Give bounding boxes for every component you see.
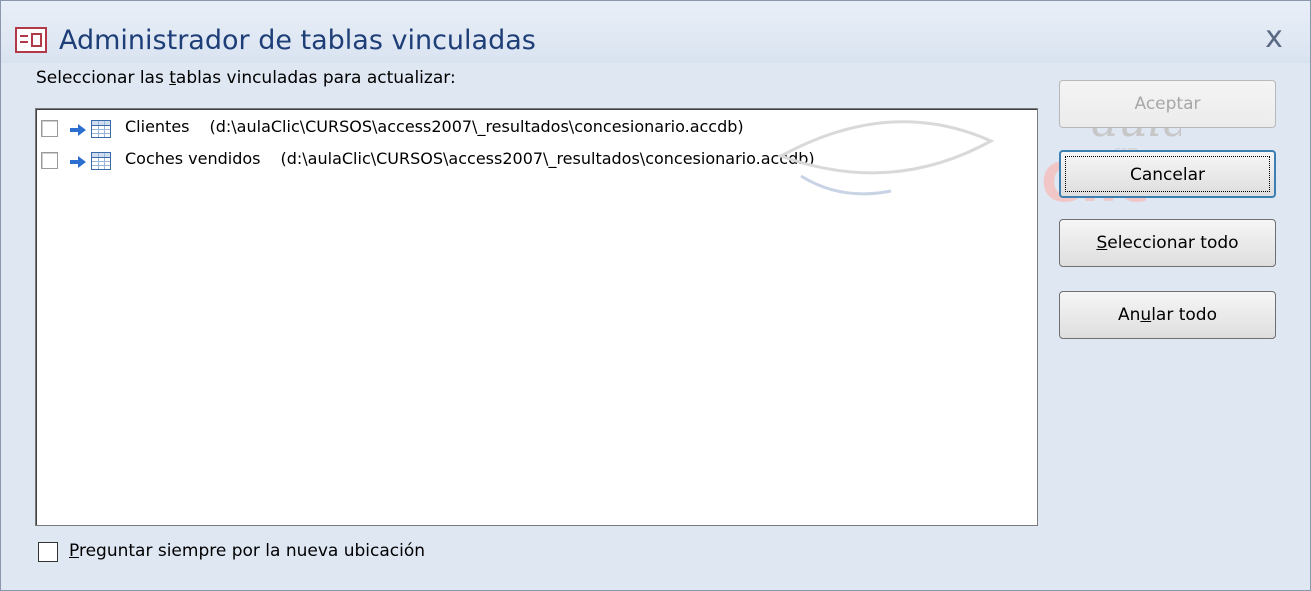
linked-tables-list[interactable]: Clientes (d:\aulaClic\CURSOS\access2007\_… [35,108,1038,526]
table-name: Coches vendidos [125,149,261,168]
table-checkbox[interactable] [41,152,58,169]
table-icon [91,120,111,138]
always-prompt-label: Preguntar siempre por la nueva ubicación [69,541,426,561]
table-name: Clientes [125,117,190,136]
table-path: (d:\aulaClic\CURSOS\access2007\_resultad… [280,149,815,168]
title-bar: Administrador de tablas vinculadas x [1,1,1310,63]
table-checkbox[interactable] [41,120,58,137]
always-prompt-checkbox[interactable] [38,542,58,562]
link-arrow-icon [70,124,86,136]
deselect-all-button[interactable]: Anular todo [1059,291,1276,339]
accept-button[interactable]: Aceptar [1059,80,1276,128]
close-icon[interactable]: x [1257,21,1291,55]
linked-table-manager-dialog: Administrador de tablas vinculadas x Sel… [0,0,1311,591]
form-icon [15,27,47,53]
link-arrow-icon [70,156,86,168]
window-title: Administrador de tablas vinculadas [59,25,536,56]
table-path: (d:\aulaClic\CURSOS\access2007\_resultad… [209,117,744,136]
select-all-button[interactable]: Seleccionar todo [1059,219,1276,267]
table-icon [91,152,111,170]
cancel-button[interactable]: Cancelar [1059,150,1276,198]
instruction-label: Seleccionar las tablas vinculadas para a… [36,68,456,88]
